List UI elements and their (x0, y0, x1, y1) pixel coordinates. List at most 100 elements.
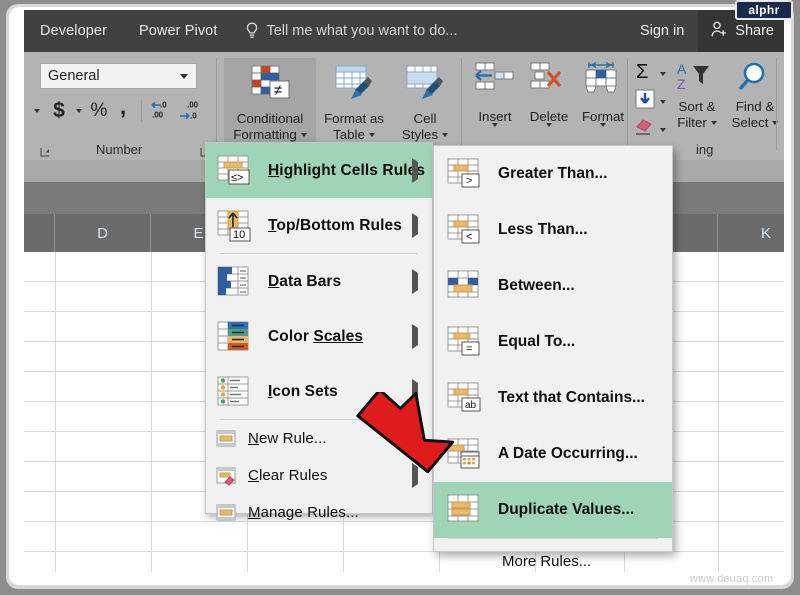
number-format-more-caret[interactable] (28, 97, 46, 125)
menu-item-text-that-contains[interactable]: ab Text that Contains... (434, 370, 672, 426)
sort-filter-label-line2: Filter (677, 115, 717, 131)
insert-cells-icon (472, 60, 518, 105)
cell-styles-icon (404, 63, 446, 108)
cell-styles-button[interactable]: Cell Styles (392, 58, 458, 150)
share-person-icon (710, 20, 729, 43)
cell-styles-label-line1: Cell (413, 111, 437, 126)
menu-item-label: Manage Rules... (248, 504, 359, 521)
watermark: www.deuaq.com (690, 573, 774, 585)
duplicate-values-icon (446, 493, 484, 527)
menu-item-label: New Rule... (248, 430, 327, 447)
menu-item-less-than[interactable]: < Less Than... (434, 202, 672, 258)
svg-text:.00: .00 (187, 101, 199, 110)
delete-label: Delete (529, 109, 569, 124)
format-label: Format (581, 109, 625, 124)
conditional-formatting-button[interactable]: ≠ Conditional Formatting (224, 58, 316, 150)
menu-item-label: A Date Occurring... (498, 445, 638, 462)
tab-power-pivot[interactable]: Power Pivot (123, 10, 233, 52)
number-format-dropdown[interactable]: General (40, 63, 197, 89)
menu-item-label: Equal To... (498, 333, 576, 350)
cell-styles-label-line2: Styles (402, 127, 449, 143)
ribbon-tabs: Developer Power Pivot Tell me what you w… (24, 10, 457, 52)
svg-text:Z: Z (677, 76, 686, 92)
column-header-d[interactable]: D (55, 214, 151, 252)
autosum-button[interactable]: Σ (634, 60, 666, 87)
tell-me-box[interactable]: Tell me what you want to do... (233, 10, 457, 52)
clear-button[interactable] (634, 116, 666, 143)
decrease-decimal-button[interactable]: .00 .0 (177, 98, 203, 124)
svg-text:≤>: ≤> (231, 172, 243, 184)
number-dialog-launcher[interactable] (40, 145, 51, 157)
color-scales-icon (216, 320, 254, 354)
menu-item-greater-than[interactable]: > Greater Than... (434, 146, 672, 202)
menu-item-more-rules[interactable]: More Rules... (434, 539, 672, 583)
menu-item-equal-to[interactable]: = Equal To... (434, 314, 672, 370)
menu-item-highlight-cells-rules[interactable]: ≤> Highlight Cells Rules (206, 143, 432, 198)
menu-item-label: Data Bars (268, 272, 342, 290)
manage-rules-icon (216, 503, 236, 523)
currency-button[interactable]: $ (48, 97, 70, 125)
menu-item-duplicate-values[interactable]: Duplicate Values... (434, 482, 672, 538)
chevron-down-icon (173, 73, 188, 79)
comma-style-button[interactable]: , (112, 94, 134, 125)
sign-in-button[interactable]: Sign in (626, 10, 698, 52)
alphr-brand-badge: alphr (735, 0, 793, 20)
fill-button[interactable] (634, 88, 666, 115)
clear-rules-icon (216, 466, 236, 486)
number-format-value: General (48, 68, 100, 84)
svg-text:Σ: Σ (636, 61, 648, 82)
icon-sets-icon (216, 375, 254, 409)
find-select-label-line1: Find & (735, 99, 775, 114)
greater-than-icon: > (446, 157, 484, 191)
menu-item-top-bottom-rules[interactable]: 10 Top/Bottom Rules (206, 198, 432, 253)
sort-filter-label-line1: Sort & (678, 99, 716, 114)
chevron-right-icon (412, 212, 418, 238)
svg-text:.00: .00 (152, 111, 164, 120)
divider (141, 100, 142, 122)
insert-label: Insert (478, 109, 512, 124)
svg-text:>: > (466, 175, 472, 187)
sort-and-filter-button[interactable]: A Z Sort & Filter (666, 60, 728, 131)
format-as-table-label-line2: Table (333, 127, 375, 143)
menu-item-between[interactable]: Between... (434, 258, 672, 314)
sort-filter-icon: A Z (675, 60, 719, 99)
increase-decimal-button[interactable]: .0 .00 (149, 98, 175, 124)
top-bottom-rules-icon: 10 (216, 209, 254, 243)
menu-item-label: Greater Than... (498, 165, 608, 182)
tell-me-text: Tell me what you want to do... (266, 23, 458, 39)
menu-item-a-date-occurring[interactable]: A Date Occurring... (434, 426, 672, 482)
editing-group-label: ing (696, 142, 714, 157)
equal-to-icon: = (446, 325, 484, 359)
menu-item-label: Top/Bottom Rules (268, 216, 402, 234)
svg-text:<: < (466, 231, 472, 243)
highlight-cells-rules-submenu[interactable]: > Greater Than... < Less Than... Between… (433, 145, 673, 570)
fill-down-icon (634, 88, 656, 115)
conditional-formatting-label-line1: Conditional (236, 111, 304, 126)
svg-text:10: 10 (233, 229, 245, 241)
percent-style-button[interactable]: % (88, 97, 110, 125)
column-header-partial-left[interactable] (24, 214, 55, 252)
magnifier-icon (733, 60, 777, 99)
format-cells-button[interactable]: Format (574, 60, 632, 145)
menu-item-manage-rules[interactable]: Manage Rules... (206, 494, 432, 531)
insert-cells-button[interactable]: Insert (466, 60, 524, 145)
lightbulb-icon (245, 22, 259, 40)
highlight-cells-rules-icon: ≤> (216, 154, 254, 188)
screenshot-root: Developer Power Pivot Tell me what you w… (0, 0, 800, 595)
menu-item-data-bars[interactable]: Data Bars (206, 254, 432, 309)
delete-cells-button[interactable]: Delete (520, 60, 578, 145)
format-dropdown-caret[interactable] (600, 123, 606, 145)
svg-text:A: A (677, 61, 687, 77)
chevron-right-icon (412, 157, 418, 183)
less-than-icon: < (446, 213, 484, 247)
format-as-table-button[interactable]: Format as Table (316, 58, 392, 150)
delete-dropdown-caret[interactable] (546, 123, 552, 145)
between-icon (446, 269, 484, 303)
insert-dropdown-caret[interactable] (492, 123, 498, 145)
currency-dropdown-caret[interactable] (72, 97, 86, 125)
svg-text:.0: .0 (160, 101, 167, 110)
menu-item-label: Duplicate Values... (498, 501, 635, 518)
menu-item-color-scales[interactable]: Color Scales (206, 309, 432, 364)
tab-developer[interactable]: Developer (24, 10, 123, 52)
column-header-k[interactable]: K (718, 214, 800, 252)
